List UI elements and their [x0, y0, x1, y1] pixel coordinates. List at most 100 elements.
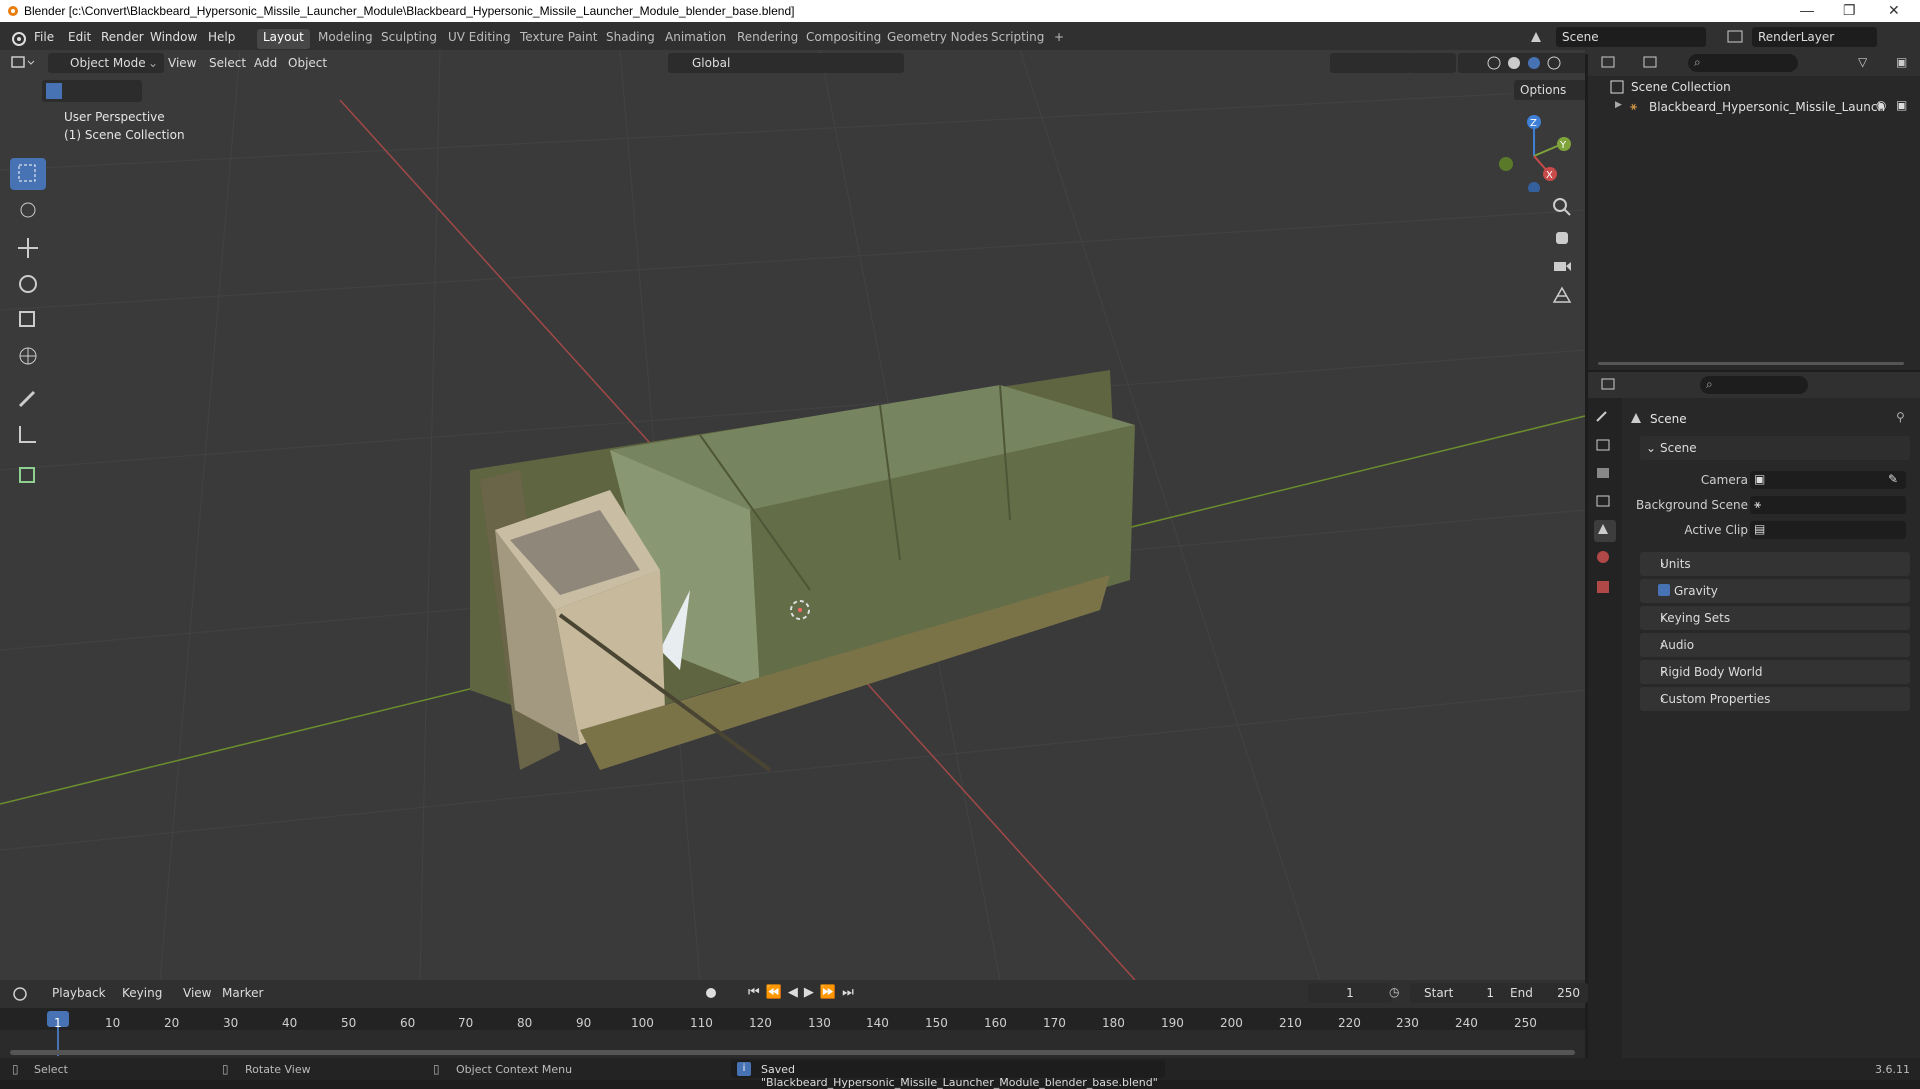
- orientation-selector[interactable]: Global: [668, 53, 758, 73]
- blender-menu-icon[interactable]: [10, 30, 26, 49]
- menu-select[interactable]: Select: [209, 56, 246, 70]
- start-frame-field[interactable]: Start 1: [1410, 983, 1502, 1003]
- panel-keying-sets[interactable]: › Keying Sets: [1640, 606, 1910, 630]
- add-workspace-button[interactable]: +: [1048, 29, 1070, 49]
- 3d-viewport[interactable]: Object Mode ⌄ View Select Add Object Glo…: [0, 50, 1585, 980]
- navigation-gizmo[interactable]: Z Y X: [1486, 112, 1576, 192]
- menu-edit[interactable]: Edit: [68, 30, 91, 44]
- scene-tab-icon[interactable]: [1594, 520, 1616, 542]
- menu-window[interactable]: Window: [150, 30, 197, 44]
- menu-marker[interactable]: Marker: [222, 986, 263, 1000]
- measure-tool[interactable]: [10, 418, 46, 450]
- tab-compositing[interactable]: Compositing: [800, 29, 887, 49]
- filter-icon[interactable]: ▽: [1858, 55, 1867, 69]
- scene-selector[interactable]: Scene: [1556, 27, 1706, 47]
- menu-render[interactable]: Render: [101, 30, 144, 44]
- select-new-icon[interactable]: [46, 83, 62, 99]
- current-frame-field[interactable]: 1: [1308, 983, 1392, 1003]
- snap-button[interactable]: [788, 53, 856, 73]
- renderlayer-selector[interactable]: RenderLayer: [1752, 27, 1877, 47]
- tab-uv-editing[interactable]: UV Editing: [442, 29, 517, 49]
- panel-audio[interactable]: › Audio: [1640, 633, 1910, 657]
- timeline-editor[interactable]: Playback Keying View Marker ⏮⏪◀▶⏩⏭ 1 ◷ S…: [0, 980, 1588, 1060]
- renderlayer-icon[interactable]: [1726, 28, 1746, 49]
- outliner-search-input[interactable]: ⌕: [1688, 54, 1798, 72]
- timeline-editor-icon[interactable]: [12, 986, 38, 1005]
- zoom-icon[interactable]: [1552, 197, 1572, 217]
- menu-object[interactable]: Object: [288, 56, 327, 70]
- properties-search-input[interactable]: ⌕: [1700, 376, 1808, 394]
- mode-selector[interactable]: Object Mode ⌄: [48, 53, 164, 73]
- end-frame-field[interactable]: End 250: [1496, 983, 1588, 1003]
- gravity-checkbox[interactable]: [1658, 584, 1670, 596]
- panel-scene[interactable]: ⌄ Scene: [1640, 436, 1910, 460]
- menu-playback[interactable]: Playback: [52, 986, 106, 1000]
- active-clip-field[interactable]: ▤: [1750, 521, 1906, 539]
- menu-view[interactable]: View: [168, 56, 196, 70]
- maximize-button[interactable]: ❐: [1843, 2, 1856, 19]
- clock-icon[interactable]: ◷: [1389, 985, 1399, 999]
- outliner-scrollbar[interactable]: [1598, 362, 1904, 365]
- tab-scripting[interactable]: Scripting: [985, 29, 1050, 49]
- options-button[interactable]: Options: [1514, 80, 1585, 100]
- proportional-edit-button[interactable]: [848, 53, 904, 73]
- pin-icon[interactable]: ⚲: [1896, 410, 1905, 424]
- minimize-button[interactable]: —: [1800, 2, 1814, 18]
- menu-keying[interactable]: Keying: [122, 986, 162, 1000]
- properties-editor-icon[interactable]: [1600, 377, 1622, 396]
- panel-gravity[interactable]: › Gravity: [1640, 579, 1910, 603]
- transform-tool[interactable]: [10, 340, 46, 372]
- outliner-root[interactable]: Scene Collection: [1631, 80, 1731, 94]
- panel-custom-properties[interactable]: › Custom Properties: [1640, 687, 1910, 711]
- eye-icon[interactable]: ◉: [1876, 98, 1886, 112]
- move-tool[interactable]: [10, 232, 46, 264]
- perspective-toggle-icon[interactable]: [1552, 286, 1572, 306]
- rotate-tool[interactable]: [10, 268, 46, 300]
- render-tab-icon[interactable]: [1594, 436, 1616, 458]
- record-icon[interactable]: [704, 986, 718, 1003]
- menu-add[interactable]: Add: [254, 56, 277, 70]
- eyedropper-icon[interactable]: ✎: [1888, 472, 1898, 486]
- shading-buttons[interactable]: [1458, 53, 1585, 73]
- save-report[interactable]: i Saved "Blackbeard_Hypersonic_Missile_L…: [731, 1060, 1165, 1089]
- close-button[interactable]: ✕: [1888, 2, 1900, 19]
- tab-animation[interactable]: Animation: [659, 29, 732, 49]
- tab-rendering[interactable]: Rendering: [731, 29, 804, 49]
- panel-rigid-body-world[interactable]: › Rigid Body World: [1640, 660, 1910, 684]
- annotate-tool[interactable]: [10, 382, 46, 414]
- menu-file[interactable]: File: [34, 30, 54, 44]
- overlay-toggle-button[interactable]: [1408, 53, 1456, 73]
- output-tab-icon[interactable]: [1594, 464, 1616, 486]
- playback-controls[interactable]: ⏮⏪◀▶⏩⏭: [748, 985, 860, 1000]
- tab-sculpting[interactable]: Sculpting: [375, 29, 443, 49]
- pan-hand-icon[interactable]: [1552, 226, 1572, 246]
- outliner-item[interactable]: Blackbeard_Hypersonic_Missile_Launch: [1649, 100, 1885, 114]
- tab-geometry-nodes[interactable]: Geometry Nodes: [881, 29, 994, 49]
- scale-tool[interactable]: [10, 304, 46, 336]
- scene-icon[interactable]: [1528, 28, 1554, 48]
- select-mode-buttons[interactable]: [42, 80, 142, 102]
- tab-layout[interactable]: Layout: [257, 29, 310, 49]
- tool-tab-icon[interactable]: [1594, 406, 1616, 428]
- new-collection-icon[interactable]: ▣: [1896, 55, 1907, 69]
- camera-view-icon[interactable]: [1552, 256, 1572, 276]
- add-cube-tool[interactable]: [10, 458, 46, 490]
- editor-type-icon[interactable]: [10, 55, 36, 74]
- expand-arrow-icon[interactable]: ▶: [1615, 100, 1622, 110]
- cursor-tool[interactable]: [10, 194, 46, 226]
- menu-timeline-view[interactable]: View: [183, 986, 211, 1000]
- gizmo-toggle-button[interactable]: [1364, 53, 1410, 73]
- display-mode-icon[interactable]: [1642, 55, 1664, 74]
- camera-field[interactable]: ▣ ✎: [1750, 471, 1906, 489]
- tab-modeling[interactable]: Modeling: [312, 29, 379, 49]
- tab-texture-paint[interactable]: Texture Paint: [514, 29, 603, 49]
- background-scene-field[interactable]: ⚹: [1750, 496, 1906, 514]
- outliner-editor-icon[interactable]: [1600, 55, 1622, 74]
- panel-units[interactable]: › Units: [1640, 552, 1910, 576]
- world-tab-icon[interactable]: [1594, 548, 1616, 570]
- texture-tab-icon[interactable]: [1594, 578, 1616, 600]
- menu-help[interactable]: Help: [208, 30, 235, 44]
- select-box-tool[interactable]: [10, 158, 46, 190]
- tab-shading[interactable]: Shading: [600, 29, 661, 49]
- timeline-scrollbar[interactable]: [10, 1050, 1575, 1055]
